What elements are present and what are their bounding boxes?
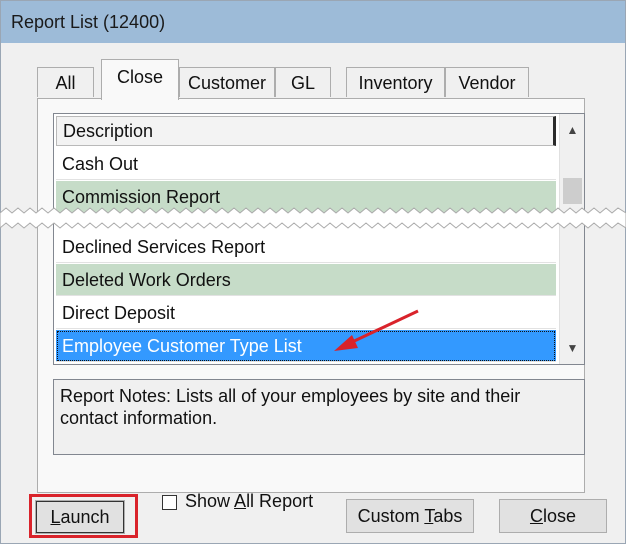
list-item[interactable]: Direct Deposit [56,297,556,329]
checkbox-box[interactable] [162,495,177,510]
report-list[interactable]: Description Cash Out Commission Report D… [53,113,585,365]
report-notes: Report Notes: Lists all of your employee… [53,379,585,455]
scroll-down-icon[interactable]: ▼ [560,336,584,360]
window-title: Report List (12400) [1,1,625,43]
list-item[interactable]: Deleted Work Orders [56,264,556,296]
list-scrollbar[interactable]: ▲ ▼ [559,114,584,364]
scroll-up-icon[interactable]: ▲ [560,118,584,142]
tab-inventory[interactable]: Inventory [346,67,445,97]
report-list-window: Report List (12400) All Close Customer G… [0,0,626,544]
custom-tabs-button[interactable]: Custom Tabs [346,499,474,533]
close-button[interactable]: Close [499,499,607,533]
tab-all[interactable]: All [37,67,94,97]
show-all-report-label: Show All Report [185,491,314,511]
list-item[interactable]: Declined Services Report [56,231,556,263]
scroll-thumb[interactable] [563,178,582,204]
tab-close[interactable]: Close [101,59,179,100]
launch-button[interactable]: Launch [35,500,125,534]
tab-vendor[interactable]: Vendor [445,67,529,97]
list-item[interactable]: Cash Out [56,148,556,180]
column-header-description[interactable]: Description [56,116,556,146]
tab-gl[interactable]: GL [275,67,331,97]
tab-customer[interactable]: Customer [179,67,275,97]
list-item[interactable]: Commission Report [56,181,556,213]
list-item-selected[interactable]: Employee Customer Type List [56,330,556,362]
